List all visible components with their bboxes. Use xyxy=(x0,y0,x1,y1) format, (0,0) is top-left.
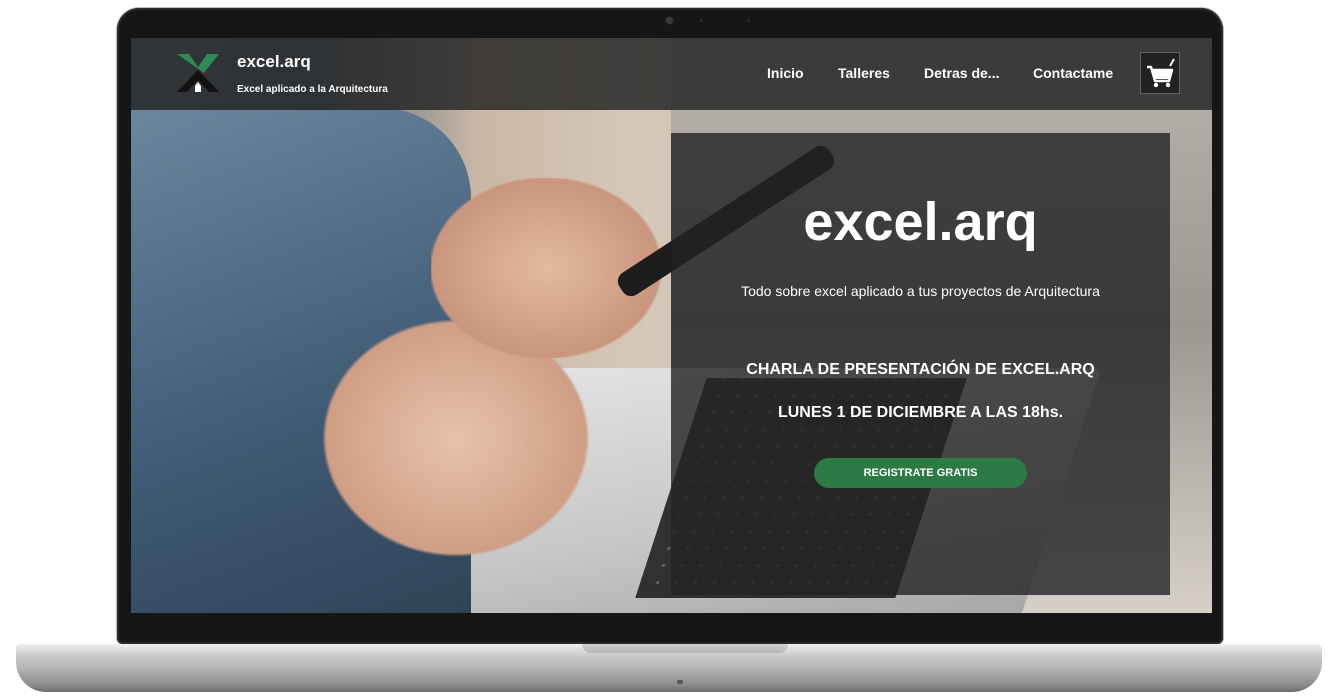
register-free-button[interactable]: REGISTRATE GRATIS xyxy=(814,458,1027,488)
hero-panel: excel.arq Todo sobre excel aplicado a tu… xyxy=(671,133,1170,595)
shopping-cart-icon xyxy=(1147,58,1175,88)
hero-event-heading: CHARLA DE PRESENTACIÓN DE EXCEL.ARQ xyxy=(746,361,1095,378)
webcam-icon xyxy=(666,17,673,24)
hero-event-date: LUNES 1 DE DICIEMBRE A LAS 18hs. xyxy=(777,404,1064,421)
sensor-dot xyxy=(747,19,750,22)
nav-link-inicio[interactable]: Inicio xyxy=(767,65,804,81)
nav-link-detras[interactable]: Detras de... xyxy=(924,65,999,81)
sensor-dot xyxy=(700,19,703,22)
hero-subtitle: Todo sobre excel aplicado a tus proyecto… xyxy=(741,283,1100,299)
laptop-base xyxy=(16,644,1322,692)
browser-viewport: excel.arq Excel aplicado a la Arquitectu… xyxy=(131,38,1212,613)
brand-name[interactable]: excel.arq xyxy=(237,52,311,72)
nav-link-contactame[interactable]: Contactame xyxy=(1033,65,1113,81)
laptop-frame: excel.arq Excel aplicado a la Arquitectu… xyxy=(0,0,1333,700)
cart-button[interactable] xyxy=(1140,52,1180,94)
excel-arq-logo-icon[interactable] xyxy=(175,52,221,94)
top-navbar: excel.arq Excel aplicado a la Arquitectu… xyxy=(131,38,1212,110)
hero-title: excel.arq xyxy=(803,192,1038,252)
nav-link-talleres[interactable]: Talleres xyxy=(838,65,890,81)
brand-tagline: Excel aplicado a la Arquitectura xyxy=(237,84,388,95)
